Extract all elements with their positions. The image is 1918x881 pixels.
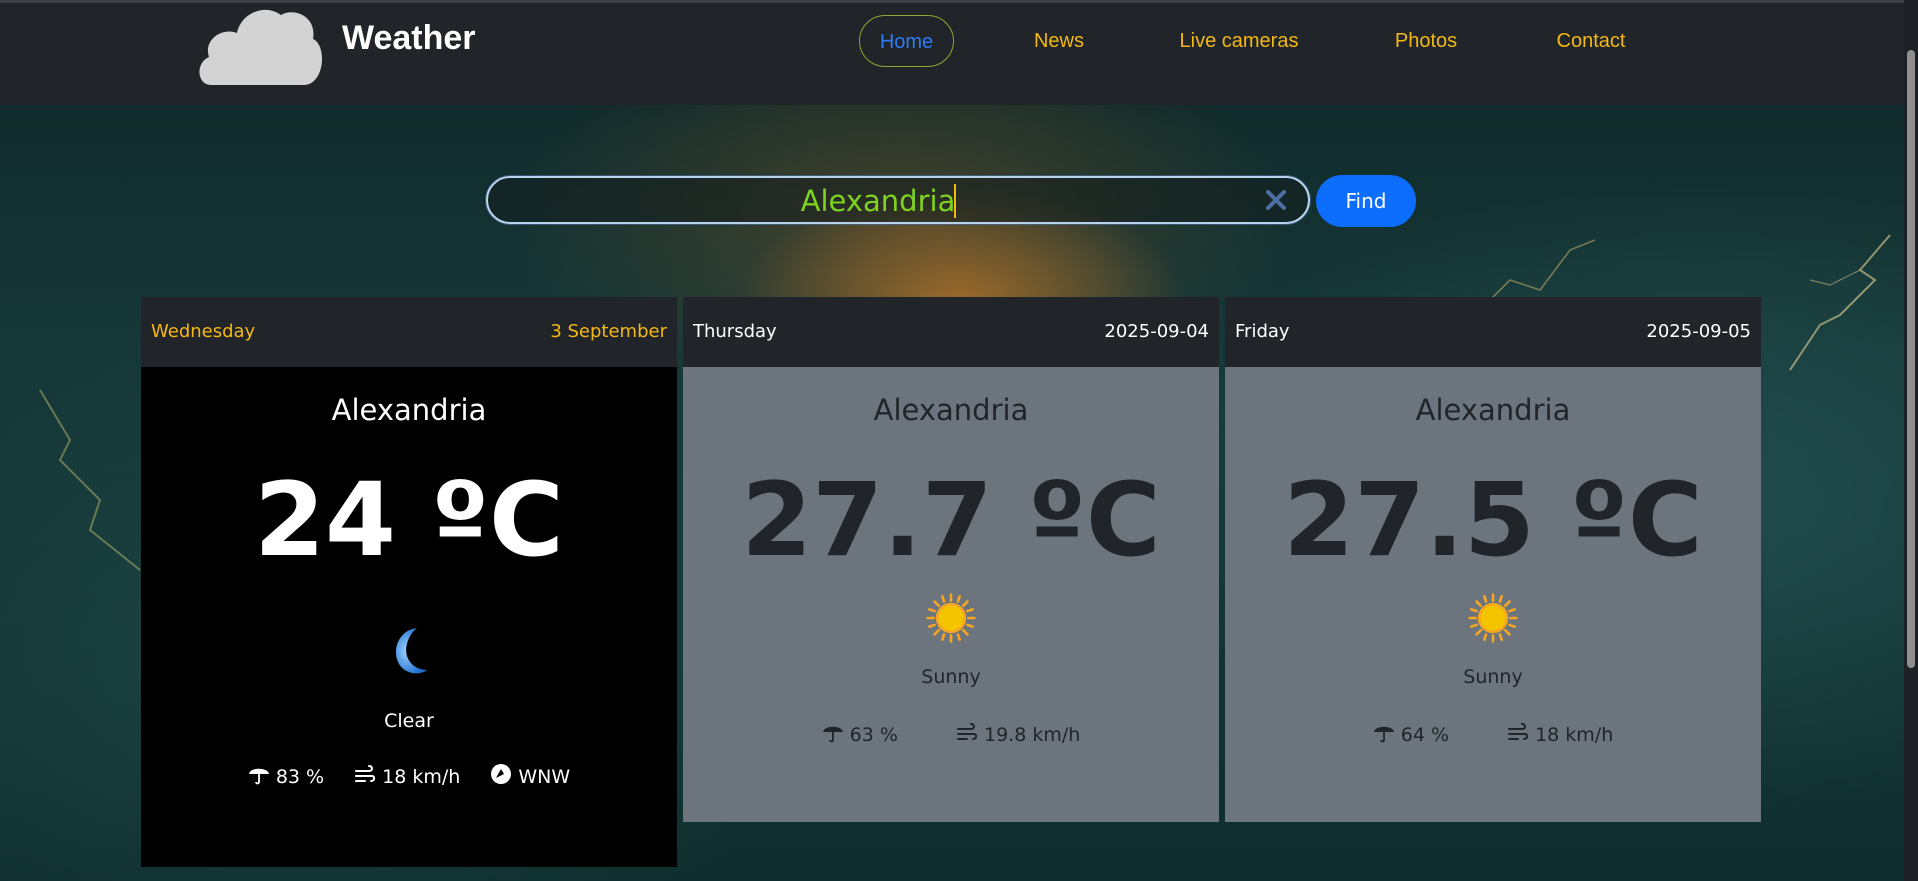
forecast-card-today: Wednesday 3 September Alexandria 24 ºC C… [141, 297, 677, 867]
card-temperature: 27.7 ºC [741, 461, 1161, 580]
nav-contact[interactable]: Contact [1548, 15, 1634, 67]
forecast-card-day2: Thursday 2025-09-04 Alexandria 27.7 ºC S… [683, 297, 1219, 822]
lightning-decoration [39, 389, 141, 571]
close-icon[interactable] [1262, 186, 1290, 214]
forecast-card-day3: Friday 2025-09-05 Alexandria 27.5 ºC Sun… [1225, 297, 1761, 822]
card-city: Alexandria [331, 393, 487, 427]
card-condition: Sunny [1463, 666, 1523, 688]
humidity-stat: 83 % [248, 763, 324, 788]
card-date: 2025-09-04 [1104, 321, 1209, 342]
card-day: Friday [1235, 321, 1290, 342]
card-stats: 63 % 19.8 km/h [683, 721, 1219, 746]
card-condition: Clear [384, 710, 434, 732]
compass-icon [491, 764, 512, 784]
card-body: Alexandria 27.5 ºC Sunny 64 % 18 km/h [1225, 367, 1761, 822]
wind-stat: 18 km/h [354, 763, 460, 788]
sun-icon [1468, 593, 1518, 643]
card-stats: 83 % 18 km/h WNW [141, 763, 677, 788]
card-stats: 64 % 18 km/h [1225, 721, 1761, 746]
card-city: Alexandria [1415, 393, 1571, 427]
sun-icon [926, 593, 976, 643]
wind-icon [1508, 723, 1529, 740]
umbrella-icon [1373, 726, 1394, 743]
card-date: 3 September [550, 321, 667, 342]
card-day: Thursday [693, 321, 777, 342]
nav-home[interactable]: Home [859, 15, 954, 67]
wind-direction-value: WNW [518, 766, 571, 788]
card-header: Wednesday 3 September [141, 297, 677, 367]
card-temperature: 27.5 ºC [1283, 461, 1703, 580]
card-temperature: 24 ºC [254, 461, 564, 580]
moon-icon [395, 628, 427, 674]
card-city: Alexandria [873, 393, 1029, 427]
nav-live-cameras[interactable]: Live cameras [1170, 15, 1308, 67]
card-header: Thursday 2025-09-04 [683, 297, 1219, 367]
brand-name[interactable]: Weather [342, 19, 476, 58]
scrollbar-thumb[interactable] [1907, 50, 1915, 668]
card-body: Alexandria 24 ºC Clear 83 % 18 km/h WNW [141, 367, 677, 867]
card-date: 2025-09-05 [1646, 321, 1751, 342]
wind-stat: 19.8 km/h [956, 721, 1080, 746]
umbrella-icon [822, 726, 843, 743]
find-button[interactable]: Find [1316, 175, 1416, 227]
search-box [486, 176, 1310, 224]
nav-news[interactable]: News [1020, 15, 1098, 67]
text-cursor [954, 184, 956, 218]
card-day: Wednesday [151, 321, 256, 342]
wind-speed-value: 18 km/h [382, 766, 461, 788]
wind-speed-value: 18 km/h [1535, 724, 1614, 746]
wind-icon [957, 723, 978, 740]
card-body: Alexandria 27.7 ºC Sunny 63 % 19.8 km/h [683, 367, 1219, 822]
card-condition: Sunny [921, 666, 981, 688]
wind-stat: 18 km/h [1507, 721, 1613, 746]
search-input[interactable] [508, 184, 1248, 218]
humidity-stat: 64 % [1373, 721, 1449, 746]
humidity-value: 63 % [849, 724, 898, 746]
navbar: Weather Home News Live cameras Photos Co… [0, 0, 1918, 105]
nav-photos[interactable]: Photos [1385, 15, 1467, 67]
wind-icon [355, 765, 376, 782]
wind-direction-stat: WNW [490, 763, 570, 788]
humidity-stat: 63 % [822, 721, 898, 746]
umbrella-icon [248, 768, 269, 785]
humidity-value: 64 % [1400, 724, 1450, 746]
card-header: Friday 2025-09-05 [1225, 297, 1761, 367]
cloud-icon[interactable] [195, 3, 323, 85]
wind-speed-value: 19.8 km/h [984, 724, 1081, 746]
humidity-value: 83 % [275, 766, 325, 788]
